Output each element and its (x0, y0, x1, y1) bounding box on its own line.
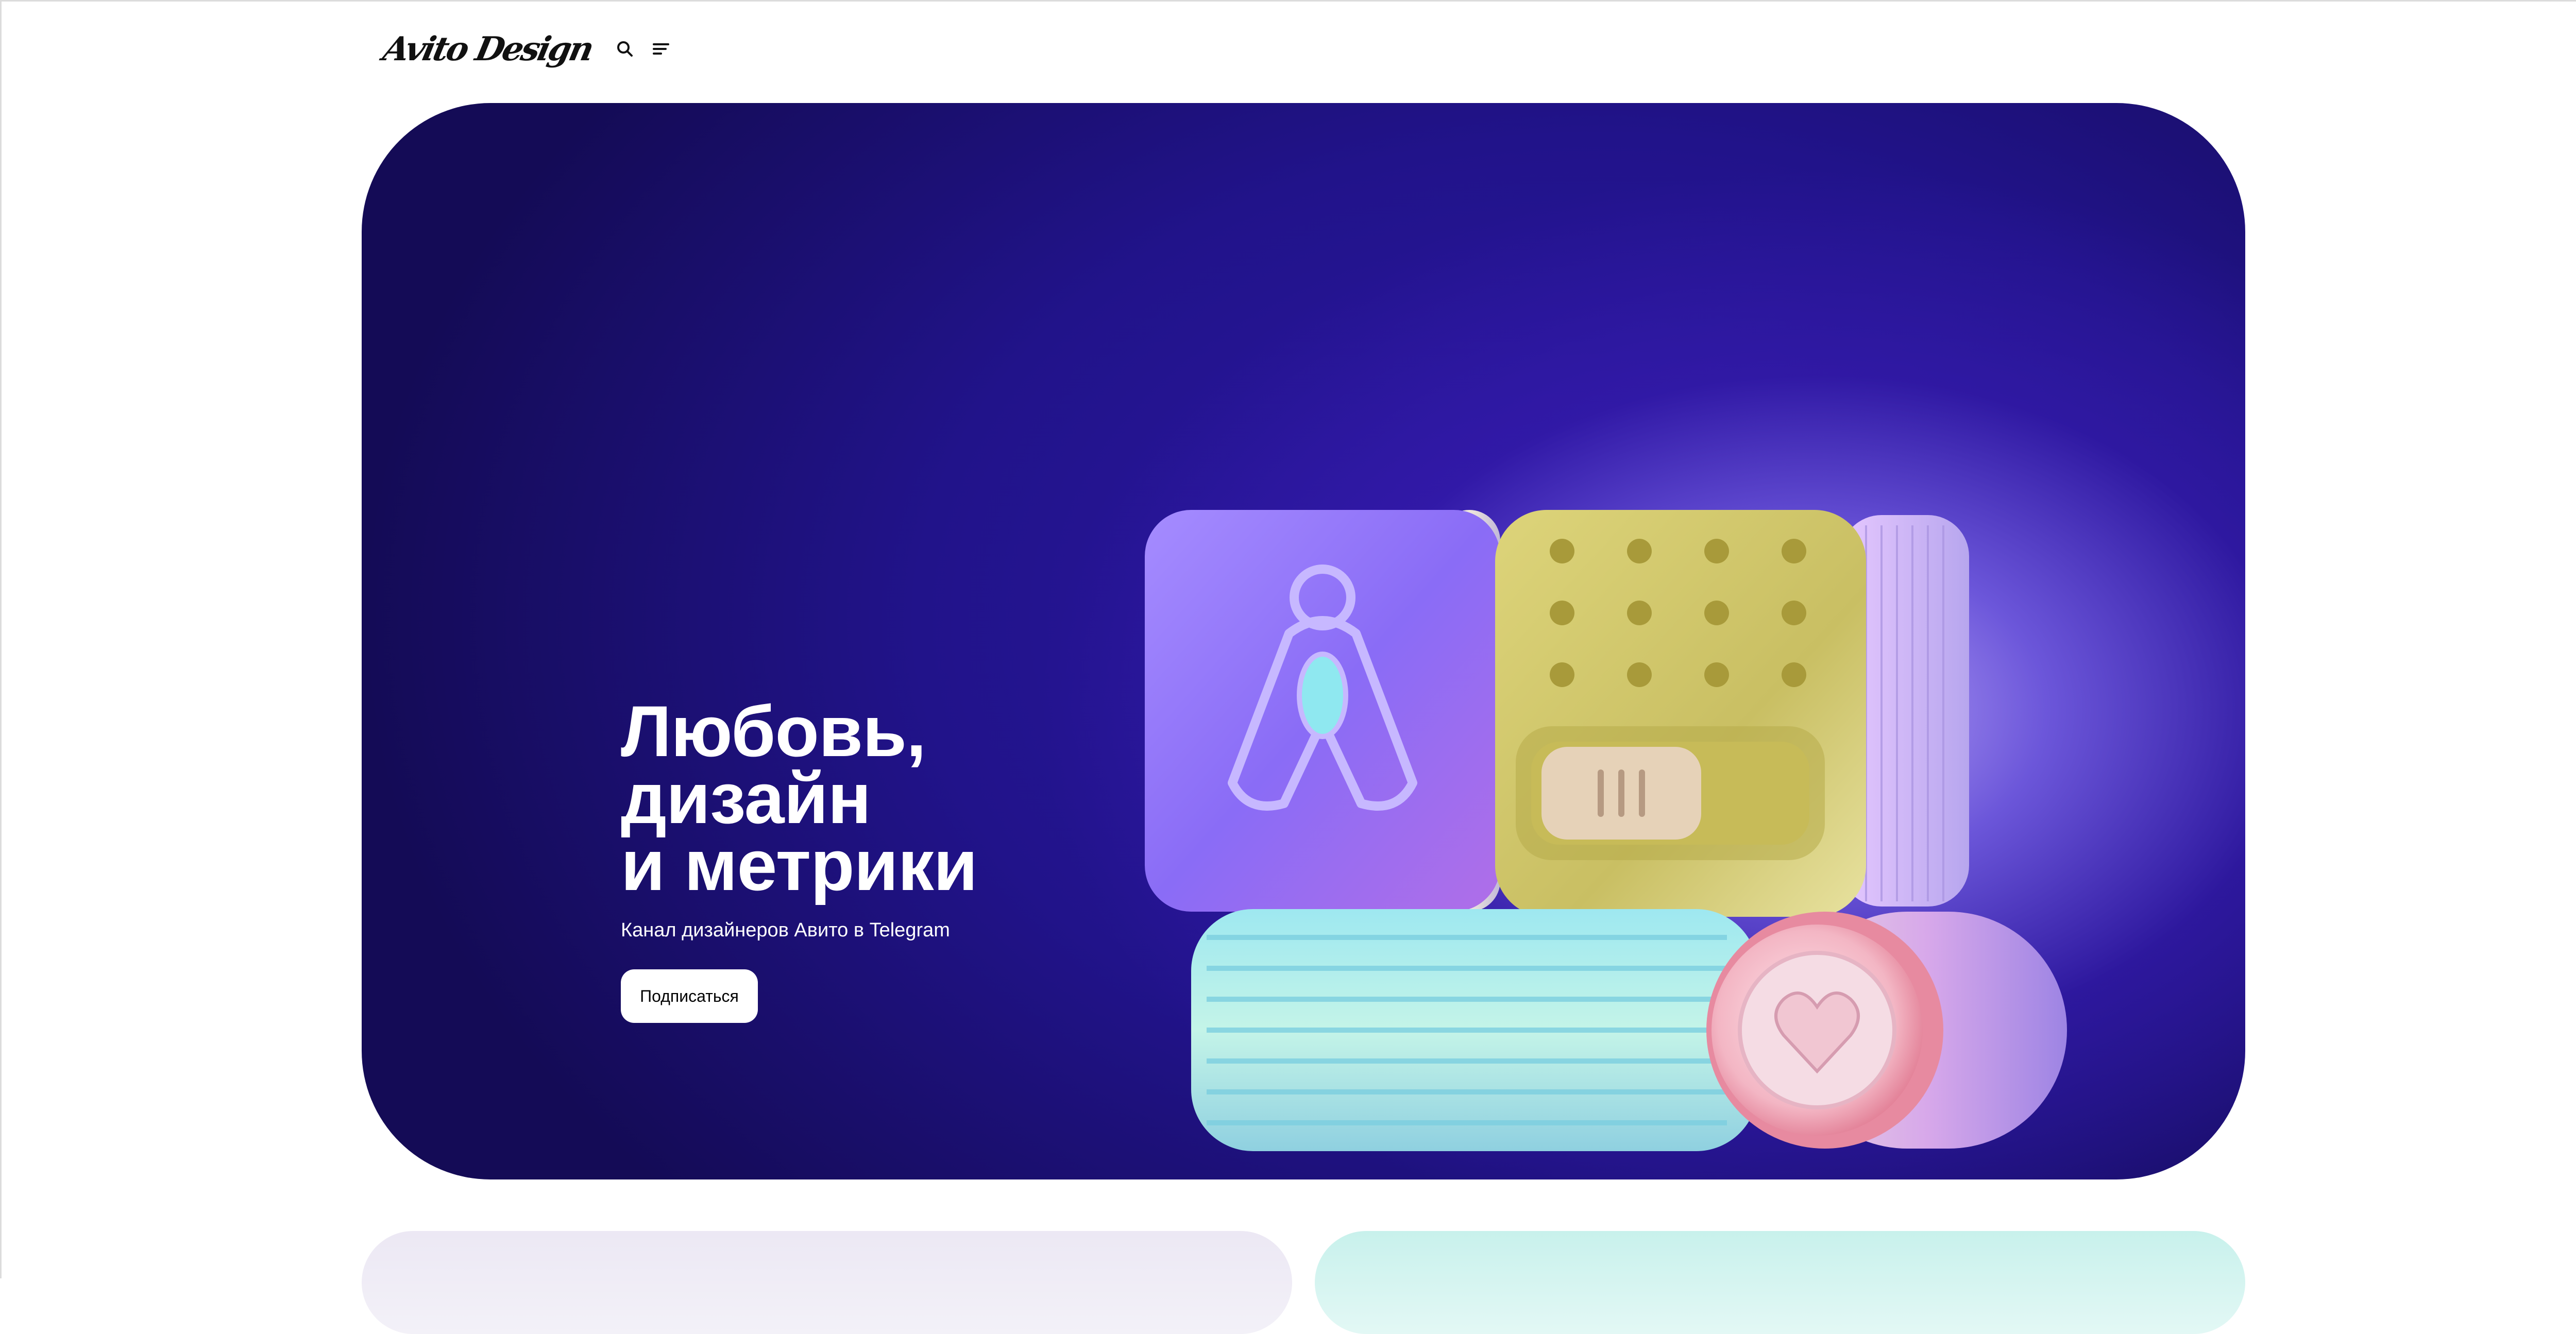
hero-title-line: Любовь, (621, 691, 926, 772)
hero-title-line: и метрики (621, 825, 978, 905)
frame-border-left (0, 0, 2, 1278)
ribbed-cylinder-icon (1191, 909, 1758, 1151)
hero-3d-illustration (1145, 510, 2067, 1151)
hero-subtitle: Канал дизайнеров Авито в Telegram (621, 919, 950, 941)
hero-banner: Любовь, дизайн и метрики Канал дизайнеро… (362, 103, 2245, 1179)
frame-border-top (0, 0, 2576, 2)
menu-icon[interactable] (648, 36, 674, 62)
dots-toggle-cube (1495, 510, 1969, 917)
heart-cylinder (1706, 912, 2067, 1149)
toggle-switch-icon (1516, 726, 1825, 860)
hero-title: Любовь, дизайн и метрики (621, 691, 978, 905)
site-logo[interactable]: Avito Design (380, 30, 596, 69)
preview-card-right[interactable] (1315, 1231, 2245, 1334)
hero-title-line: дизайн (621, 758, 871, 839)
avito-cube (1145, 510, 1500, 912)
search-icon[interactable] (612, 36, 638, 62)
subscribe-button[interactable]: Подписаться (621, 969, 758, 1023)
site-header: Avito Design (380, 28, 674, 70)
preview-card-left[interactable] (362, 1231, 1292, 1334)
